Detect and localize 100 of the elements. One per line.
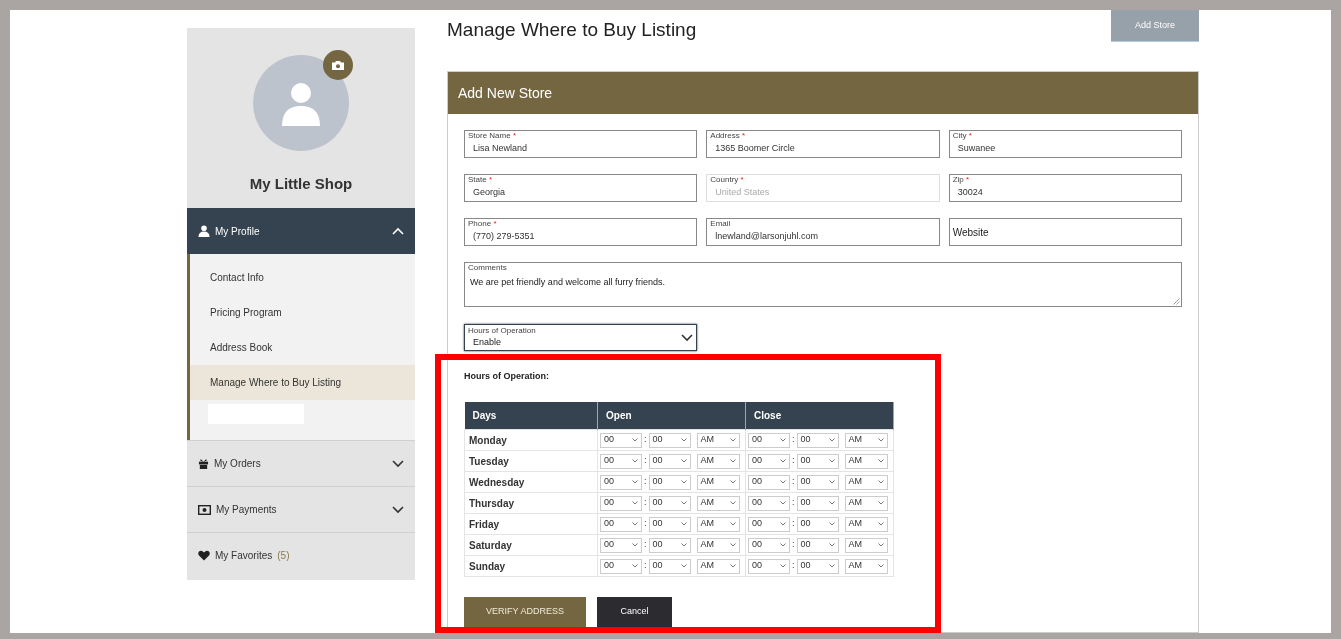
time-select[interactable]: 00 xyxy=(796,453,839,469)
time-select[interactable]: 00 xyxy=(648,558,691,574)
time-select[interactable]: AM xyxy=(696,453,740,469)
section-label: My Favorites xyxy=(215,549,273,563)
day-cell: Tuesday xyxy=(464,450,598,472)
caret-icon xyxy=(632,564,638,568)
time-select[interactable]: 00 xyxy=(748,537,790,553)
hours-heading: Hours of Operation: xyxy=(464,370,550,383)
time-select[interactable]: 00 xyxy=(748,516,790,532)
field-label: City * xyxy=(952,131,973,141)
time-select[interactable]: 00 xyxy=(648,516,691,532)
time-select[interactable]: 00 xyxy=(600,558,642,574)
time-select[interactable]: 00 xyxy=(600,516,642,532)
chevron-down-icon xyxy=(392,505,404,514)
time-select[interactable]: 00 xyxy=(748,474,790,490)
field-value: lnewland@larsonjuhl.com xyxy=(714,230,819,243)
time-separator: : xyxy=(792,454,795,468)
cancel-button[interactable]: Cancel xyxy=(597,597,672,627)
time-separator: : xyxy=(644,475,647,489)
time-select[interactable]: 00 xyxy=(648,495,691,511)
input-field[interactable]: Store Name * Lisa Newland xyxy=(464,130,698,158)
time-select[interactable]: 00 xyxy=(648,474,691,490)
caret-icon xyxy=(780,543,786,547)
column-header: Close xyxy=(745,401,894,430)
time-select[interactable]: 00 xyxy=(796,495,839,511)
caret-icon xyxy=(632,480,638,484)
input-field[interactable]: Website xyxy=(948,218,1182,246)
caret-icon xyxy=(780,564,786,568)
time-select[interactable]: 00 xyxy=(648,453,691,469)
time-separator: : xyxy=(644,433,647,447)
input-field[interactable]: Address * 1365 Boomer Circle xyxy=(706,130,940,158)
input-field[interactable]: Zip * 30024 xyxy=(948,174,1182,202)
verify-address-button[interactable]: VERIFY ADDRESS xyxy=(464,597,586,627)
input-field[interactable]: Email lnewland@larsonjuhl.com xyxy=(706,218,940,246)
submenu-item[interactable]: Manage Where to Buy Listing xyxy=(190,365,415,400)
caret-icon xyxy=(680,543,687,547)
time-select[interactable]: 00 xyxy=(600,432,642,448)
day-cell: Thursday xyxy=(464,492,598,514)
camera-icon xyxy=(331,59,345,71)
day-cell: Wednesday xyxy=(464,471,598,493)
time-select[interactable]: AM xyxy=(844,495,888,511)
time-select[interactable]: 00 xyxy=(748,558,790,574)
time-select[interactable]: 00 xyxy=(748,432,790,448)
time-select[interactable]: AM xyxy=(696,516,740,532)
comments-field[interactable]: Comments We are pet friendly and welcome all furry friends. xyxy=(464,262,1182,307)
time-select[interactable]: AM xyxy=(696,432,740,448)
time-select[interactable]: AM xyxy=(696,495,740,511)
sidebar-section[interactable]: My Profile xyxy=(187,208,415,254)
time-select[interactable]: 00 xyxy=(600,474,642,490)
time-select[interactable]: 00 xyxy=(600,495,642,511)
submenu-item[interactable]: Address Book xyxy=(190,330,415,365)
card-header: Add New Store xyxy=(448,72,1198,114)
time-select[interactable]: 00 xyxy=(600,537,642,553)
time-select[interactable]: 00 xyxy=(648,537,691,553)
input-field[interactable]: Phone * (770) 279-5351 xyxy=(464,218,698,246)
column-header: Open xyxy=(597,401,746,430)
time-select[interactable]: AM xyxy=(844,453,888,469)
column-header: Days xyxy=(464,401,598,430)
field-label: State * xyxy=(468,175,494,185)
time-select[interactable]: 00 xyxy=(796,558,839,574)
time-select[interactable]: 00 xyxy=(796,516,839,532)
caret-icon xyxy=(729,522,736,526)
input-field[interactable]: City * Suwanee xyxy=(948,130,1182,158)
time-select[interactable]: 00 xyxy=(748,495,790,511)
caret-icon xyxy=(729,564,736,568)
caret-icon xyxy=(632,459,638,463)
time-select[interactable]: 00 xyxy=(600,453,642,469)
time-select[interactable]: AM xyxy=(844,537,888,553)
time-separator: : xyxy=(792,496,795,510)
caret-icon xyxy=(828,459,835,463)
caret-icon xyxy=(632,501,638,505)
time-select[interactable]: 00 xyxy=(796,474,839,490)
time-select[interactable]: AM xyxy=(844,516,888,532)
time-select[interactable]: AM xyxy=(696,474,740,490)
field-label: Email xyxy=(710,219,732,229)
submenu-item[interactable]: Pricing Program xyxy=(190,295,415,330)
chevron-down-icon xyxy=(392,459,404,468)
time-select[interactable]: 00 xyxy=(796,432,839,448)
time-select[interactable]: 00 xyxy=(748,453,790,469)
field-value: United States xyxy=(714,186,771,199)
submenu-item[interactable]: Contact Info xyxy=(190,260,415,295)
time-select[interactable]: 00 xyxy=(796,537,839,553)
time-select[interactable]: 00 xyxy=(648,432,691,448)
time-separator: : xyxy=(644,496,647,510)
camera-button[interactable] xyxy=(323,50,353,80)
field-value: Georgia xyxy=(472,186,507,199)
field-value: Suwanee xyxy=(956,142,997,155)
field-label: Store Name * xyxy=(468,131,518,141)
time-select[interactable]: AM xyxy=(696,537,740,553)
time-select[interactable]: AM xyxy=(696,558,740,574)
time-select[interactable]: AM xyxy=(844,558,888,574)
time-select[interactable]: AM xyxy=(844,432,888,448)
hours-select[interactable]: Hours of Operation Enable xyxy=(464,324,697,351)
time-separator: : xyxy=(644,454,647,468)
time-select[interactable]: AM xyxy=(844,474,888,490)
caret-icon xyxy=(729,438,736,442)
input-field[interactable]: State * Georgia xyxy=(464,174,698,202)
caret-icon xyxy=(877,501,884,505)
time-separator: : xyxy=(644,517,647,531)
time-separator: : xyxy=(644,538,647,552)
